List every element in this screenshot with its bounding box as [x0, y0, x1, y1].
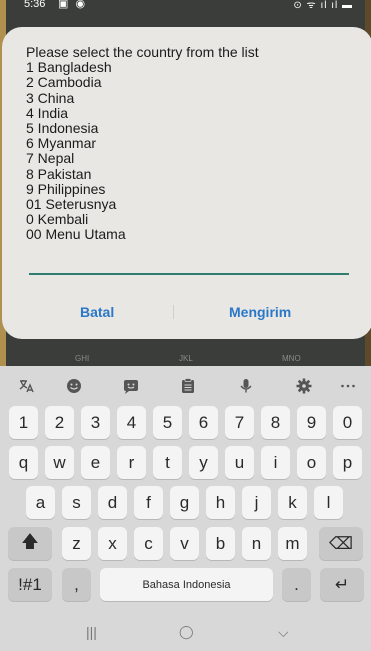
translate-icon[interactable]	[15, 375, 37, 397]
home-button[interactable]: ◯	[179, 624, 194, 640]
send-button[interactable]: Mengirim	[229, 304, 291, 320]
key-r[interactable]: r	[117, 446, 146, 479]
signal-battery-icons: ⊙ ᯤ ıl ıl ▬	[293, 0, 353, 11]
key-s[interactable]: s	[62, 486, 91, 519]
key-n[interactable]: n	[242, 527, 271, 560]
key-h[interactable]: h	[206, 486, 235, 519]
status-time: 5:36	[24, 0, 46, 10]
key-o[interactable]: o	[297, 446, 326, 479]
backspace-key[interactable]: ⌫	[319, 527, 363, 560]
menu-option: 00 Menu Utama	[26, 226, 126, 243]
menu-option: 4 India	[26, 104, 69, 121]
key-4[interactable]: 4	[117, 406, 146, 439]
key-6[interactable]: 6	[189, 406, 218, 439]
key-d[interactable]: d	[98, 486, 127, 519]
menu-option: 3 China	[26, 89, 75, 106]
comma-key[interactable]: ,	[62, 568, 91, 601]
dialog-prompt: Please select the country from the list	[26, 44, 259, 60]
key-z[interactable]: z	[62, 527, 91, 560]
key-e[interactable]: e	[81, 446, 110, 479]
key-p[interactable]: p	[333, 446, 362, 479]
menu-option: 5 Indonesia	[26, 120, 99, 137]
menu-option: 9 Philippines	[26, 180, 106, 197]
key-u[interactable]: u	[225, 446, 254, 479]
key-1[interactable]: 1	[9, 406, 38, 439]
key-0[interactable]: 0	[333, 406, 362, 439]
space-key[interactable]: Bahasa Indonesia	[100, 568, 273, 601]
key-8[interactable]: 8	[261, 406, 290, 439]
menu-option: 2 Cambodia	[26, 74, 102, 91]
key-hint-ghi: GHI	[75, 354, 90, 363]
status-bar: 5:36 ▣ ◉ ⊙ ᯤ ıl ıl ▬	[0, 0, 371, 16]
shift-key[interactable]: 🡅	[8, 527, 52, 560]
on-screen-keyboard: 1 2 3 4 5 6 7 8 9 0 q w e r t y u i o p a s d f g h j k l 🡅 z x c v b n m ⌫ !#…	[0, 366, 371, 651]
key-g[interactable]: g	[170, 486, 199, 519]
period-key[interactable]: .	[282, 568, 311, 601]
key-k[interactable]: k	[278, 486, 307, 519]
key-v[interactable]: v	[170, 527, 199, 560]
ussd-dialog: Please select the country from the list 1…	[2, 27, 371, 339]
back-button[interactable]: ⌵	[278, 624, 289, 641]
key-l[interactable]: l	[314, 486, 343, 519]
key-5[interactable]: 5	[153, 406, 182, 439]
key-x[interactable]: x	[98, 527, 127, 560]
button-divider	[173, 305, 174, 319]
key-y[interactable]: y	[189, 446, 218, 479]
key-w[interactable]: w	[45, 446, 74, 479]
key-7[interactable]: 7	[225, 406, 254, 439]
clipboard-icon[interactable]	[177, 375, 199, 397]
symbols-key[interactable]: !#1	[8, 568, 52, 601]
keyboard-toolbar	[0, 366, 371, 406]
key-i[interactable]: i	[261, 446, 290, 479]
dialog-message: Please select the country from the list 1…	[26, 44, 346, 243]
menu-option: 8 Pakistan	[26, 165, 92, 182]
key-hint-mno: MNO	[282, 354, 301, 363]
cancel-button[interactable]: Batal	[80, 304, 114, 320]
emoji-icon[interactable]	[63, 375, 85, 397]
sticker-icon[interactable]	[120, 375, 142, 397]
key-hint-jkl: JKL	[179, 354, 193, 363]
menu-option: 7 Nepal	[26, 150, 75, 167]
key-9[interactable]: 9	[297, 406, 326, 439]
response-input[interactable]	[29, 273, 349, 275]
menu-option: 6 Myanmar	[26, 135, 97, 152]
key-m[interactable]: m	[278, 527, 307, 560]
recent-apps-button[interactable]: |||	[86, 624, 97, 640]
key-b[interactable]: b	[206, 527, 235, 560]
notification-icons: ▣ ◉	[58, 0, 88, 10]
key-2[interactable]: 2	[45, 406, 74, 439]
menu-option: 1 Bangladesh	[26, 59, 112, 76]
key-j[interactable]: j	[242, 486, 271, 519]
key-3[interactable]: 3	[81, 406, 110, 439]
key-c[interactable]: c	[134, 527, 163, 560]
enter-key[interactable]: ↵	[320, 568, 364, 601]
key-q[interactable]: q	[9, 446, 38, 479]
microphone-icon[interactable]	[235, 375, 257, 397]
key-a[interactable]: a	[26, 486, 55, 519]
gear-icon[interactable]	[293, 375, 315, 397]
menu-option: 0 Kembali	[26, 211, 89, 228]
navigation-bar: ||| ◯ ⌵	[0, 618, 371, 651]
more-icon[interactable]	[337, 375, 359, 397]
menu-option: 01 Seterusnya	[26, 196, 117, 213]
key-f[interactable]: f	[134, 486, 163, 519]
key-t[interactable]: t	[153, 446, 182, 479]
